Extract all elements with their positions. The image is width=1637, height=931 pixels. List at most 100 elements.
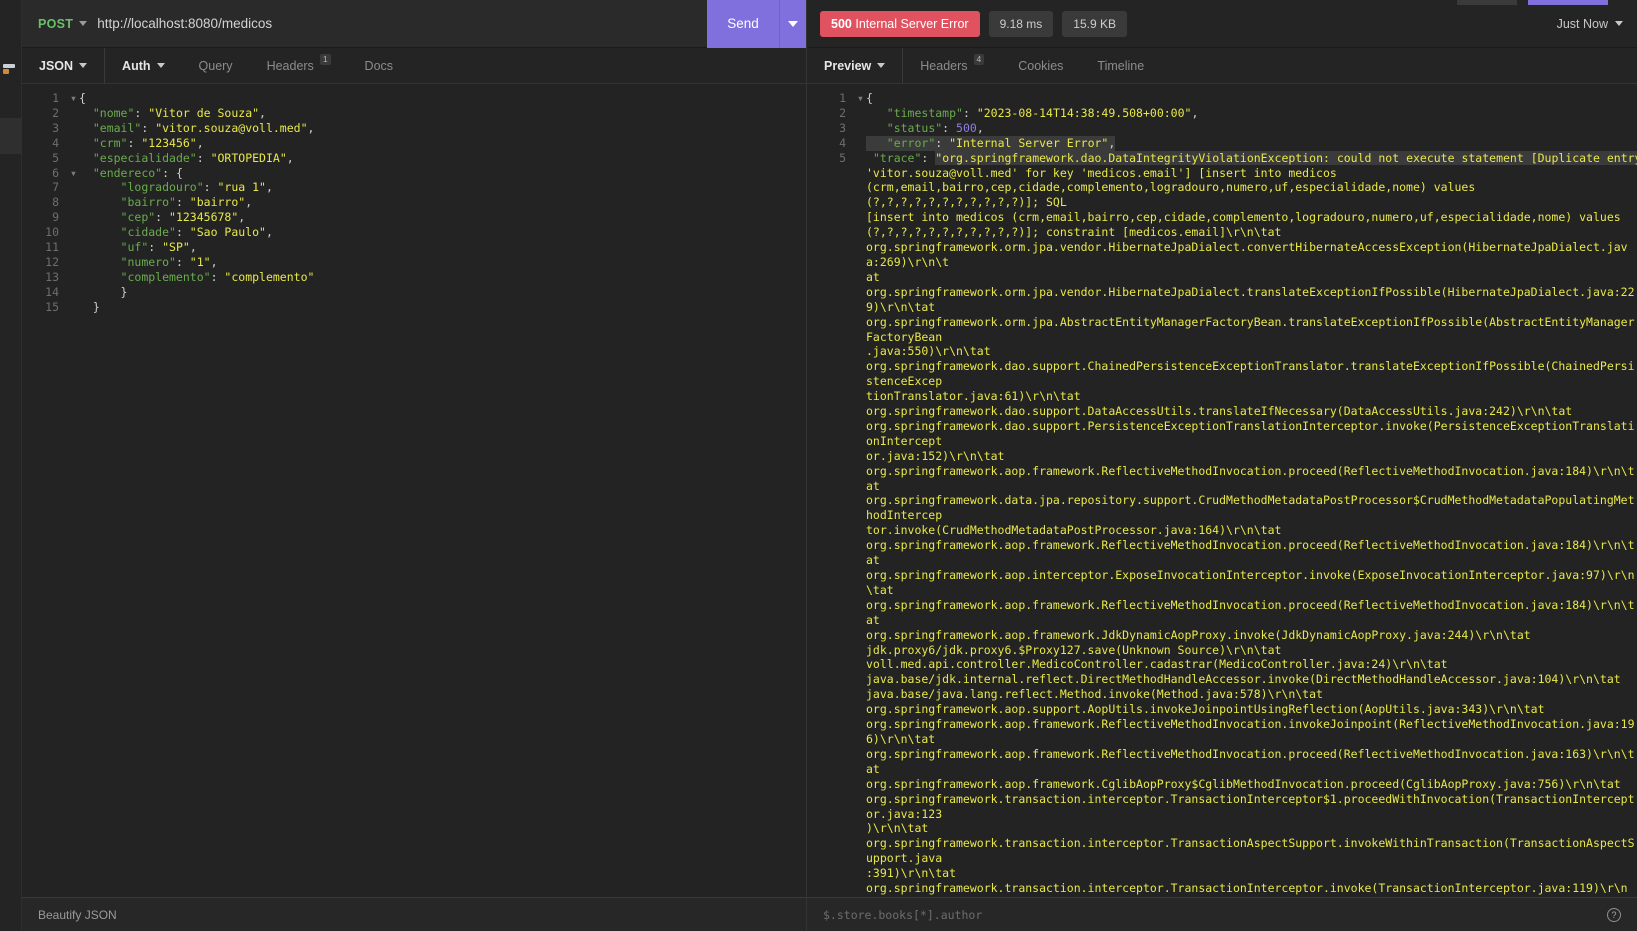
send-button[interactable]: Send	[707, 0, 779, 48]
tab-preview[interactable]: Preview	[807, 48, 904, 83]
send-options-button[interactable]	[779, 0, 806, 48]
response-history-selector[interactable]: Just Now	[1557, 17, 1623, 31]
code-content: "uf": "SP",	[120, 240, 197, 255]
tab-label: Headers	[266, 58, 314, 73]
trace-wrapped-line: org.springframework.aop.interceptor.Expo…	[866, 568, 1635, 597]
trace-wrapped-line: )\r\n\tat	[866, 821, 929, 836]
code-line: 1 ▾{	[807, 91, 1637, 106]
code-line: 15 }	[22, 300, 806, 315]
tab-auth[interactable]: Auth	[105, 48, 181, 83]
trace-wrapped-line: or.java:152)\r\n\tat	[866, 448, 1005, 463]
code-line: 14 }	[22, 285, 806, 300]
code-line: 4 "crm": "123456",	[22, 136, 806, 151]
code-line: 2 "timestamp": "2023-08-14T14:38:49.508+…	[807, 106, 1637, 121]
code-content: "cidade": "Sao Paulo",	[120, 225, 273, 240]
request-body-editor[interactable]: 1 ▾{2 "nome": "Vitor de Souza", 3 "email":…	[22, 84, 806, 897]
tab-docs[interactable]: Docs	[348, 48, 410, 83]
tab-label: Query	[198, 58, 233, 73]
code-line: 7 "logradouro": "rua 1",	[22, 180, 806, 195]
trace-wrapped-line: org.springframework.aop.framework.Reflec…	[866, 597, 1635, 627]
trace-wrapped-line: org.springframework.aop.framework.JdkDyn…	[866, 627, 1531, 642]
line-number: 10	[45, 225, 59, 240]
code-line: 10 "cidade": "Sao Paulo",	[22, 225, 806, 240]
code-line: 2 "nome": "Vitor de Souza",	[22, 106, 806, 121]
fold-toggle-icon[interactable]: ▾	[855, 91, 866, 106]
tab-label: Headers	[920, 58, 968, 73]
trace-wrapped-line: at	[866, 269, 880, 284]
tab-label: JSON	[39, 58, 74, 73]
trace-wrapped-line: org.springframework.transaction.intercep…	[866, 791, 1635, 821]
tab-timeline[interactable]: Timeline	[1080, 48, 1161, 83]
rail-selected-item[interactable]	[0, 118, 22, 154]
top-sliver-chip	[1457, 0, 1517, 5]
code-content: "email": "vitor.souza@voll.med",	[92, 120, 315, 135]
tab-json[interactable]: JSON	[22, 48, 106, 83]
code-content: "nome": "Vitor de Souza",	[92, 105, 266, 120]
tab-query[interactable]: Query	[182, 48, 250, 83]
trace-wrapped-line: org.springframework.transaction.intercep…	[866, 881, 1628, 897]
tab-headers[interactable]: Headers 1	[250, 48, 348, 83]
fold-toggle-icon	[68, 195, 79, 210]
line-number: 1	[839, 91, 846, 105]
help-icon[interactable]: ?	[1607, 907, 1621, 922]
line-number: 2	[52, 105, 59, 120]
trace-wrapped-line: [insert into medicos (crm,email,bairro,c…	[866, 210, 1621, 225]
trace-wrapped-line: 'vitor.souza@voll.med' for key 'medicos.…	[866, 165, 1337, 180]
response-history-label: Just Now	[1556, 16, 1608, 31]
fold-toggle-icon[interactable]: ▾	[68, 166, 79, 181]
trace-wrapped-line: jdk.proxy6/jdk.proxy6.$Proxy127.save(Unk…	[866, 642, 1282, 657]
code-line: 9 "cep": "12345678",	[22, 210, 806, 225]
trace-wrapped-line: java.base/java.lang.reflect.Method.invok…	[866, 687, 1323, 702]
tab-label: Timeline	[1097, 58, 1145, 73]
request-tab-strip: JSON Auth Query Headers 1 Docs	[22, 48, 806, 84]
top-sliver-accent	[1528, 0, 1608, 5]
tab-label: Auth	[122, 58, 151, 73]
code-content: "error": "Internal Server Error",	[866, 135, 1116, 151]
url-input[interactable]: http://localhost:8080/medicos	[91, 16, 707, 31]
code-content: {	[866, 91, 873, 105]
line-number: 5	[52, 150, 59, 165]
line-number: 6	[52, 165, 59, 180]
code-content: "numero": "1",	[120, 254, 218, 269]
line-number: 8	[52, 195, 59, 210]
tab-badge: 4	[973, 54, 985, 65]
tab-label: Docs	[364, 58, 394, 73]
code-content: "endereco": {	[92, 165, 183, 180]
code-line: 3 "email": "vitor.souza@voll.med",	[22, 121, 806, 136]
tab-label: Preview	[824, 58, 872, 73]
trace-wrapped-line: org.springframework.dao.support.DataAcce…	[866, 404, 1573, 419]
trace-wrapped-line: :391)\r\n\tat	[866, 866, 957, 881]
chevron-down-icon	[1615, 21, 1623, 26]
left-rail	[0, 0, 22, 931]
trace-wrapped-line: .java:550)\r\n\tat	[866, 344, 991, 359]
code-content: "crm": "123456",	[92, 135, 204, 150]
http-method-selector[interactable]: POST	[22, 17, 91, 31]
trace-wrapped-line: org.springframework.dao.support.Persiste…	[866, 418, 1635, 448]
beautify-json-button[interactable]: Beautify JSON	[38, 908, 117, 922]
trace-wrapped-line: org.springframework.aop.framework.Reflec…	[866, 746, 1635, 776]
code-line: 12 "numero": "1",	[22, 255, 806, 270]
code-line: 11 "uf": "SP",	[22, 240, 806, 255]
response-body-viewer[interactable]: 1 ▾{2 "timestamp": "2023-08-14T14:38:49.5…	[807, 84, 1637, 897]
fold-toggle-icon[interactable]: ▾	[68, 91, 79, 106]
workspace-dropdown-icon[interactable]	[3, 64, 17, 76]
fold-toggle-icon	[68, 210, 79, 225]
http-method-label: POST	[38, 16, 74, 31]
status-text: Internal Server Error	[855, 16, 969, 31]
code-content: "cep": "12345678",	[120, 210, 246, 225]
fold-toggle-icon	[68, 240, 79, 255]
code-content: "status": 500,	[886, 120, 984, 135]
trace-wrapped-line: (crm,email,bairro,cep,cidade,complemento…	[866, 180, 1483, 210]
line-number: 2	[839, 105, 846, 120]
json-filter-input[interactable]: $.store.books[*].author	[823, 908, 982, 922]
line-number: 4	[839, 135, 846, 150]
trace-wrapped-line: (?,?,?,?,?,?,?,?,?,?,?)]; constraint [me…	[866, 225, 1282, 240]
tab-cookies[interactable]: Cookies	[1001, 48, 1080, 83]
code-content: "complemento": "complemento"	[120, 269, 315, 284]
code-content: }	[79, 284, 128, 299]
chevron-down-icon	[877, 63, 886, 68]
fold-toggle-icon	[855, 151, 866, 166]
tab-headers[interactable]: Headers 4	[903, 48, 1001, 83]
fold-toggle-icon	[68, 255, 79, 270]
fold-toggle-icon	[855, 121, 866, 136]
